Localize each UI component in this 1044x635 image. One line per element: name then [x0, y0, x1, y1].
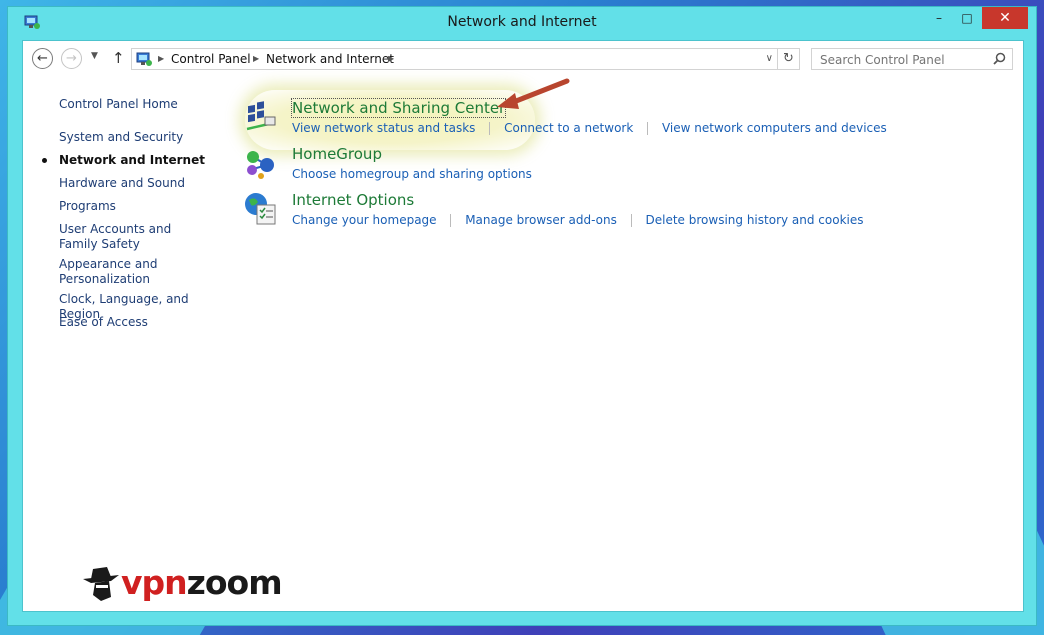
sidebar-item-ease-of-access[interactable]: Ease of Access [59, 315, 229, 330]
choose-homegroup-options-link[interactable]: Choose homegroup and sharing options [292, 167, 532, 181]
chevron-right-icon[interactable]: ▶ [253, 54, 259, 63]
view-network-status-link[interactable]: View network status and tasks [292, 121, 475, 135]
arrow-left-icon: ← [37, 51, 48, 66]
maximize-button[interactable]: □ [954, 7, 980, 29]
search-input[interactable] [820, 53, 980, 67]
link-separator [630, 214, 632, 227]
forward-button[interactable]: → [61, 48, 82, 69]
sidebar-item-control-panel-home[interactable]: Control Panel Home [59, 97, 229, 112]
annotation-arrow-icon [497, 78, 570, 109]
chevron-right-icon[interactable]: ▶ [158, 54, 164, 63]
network-sharing-icon[interactable] [243, 99, 279, 135]
sidebar-item-hardware-and-sound[interactable]: Hardware and Sound [59, 176, 229, 191]
minimize-button[interactable]: – [926, 7, 952, 29]
wordmark-zoom: zoom [186, 563, 283, 602]
internet-options-link[interactable]: Internet Options [292, 191, 414, 209]
link-separator [489, 122, 491, 135]
chevron-down-icon: ▼ [91, 51, 98, 61]
up-button[interactable]: ↑ [112, 49, 125, 67]
sidebar-item-network-and-internet[interactable]: Network and Internet [59, 153, 229, 168]
vpnzoom-watermark-logo: vpnzoom [81, 563, 291, 605]
breadcrumb-control-panel[interactable]: Control Panel [171, 52, 251, 66]
control-panel-window: Network and Internet – □ ✕ ← → ▼ ↑ ▶ Con… [7, 6, 1037, 626]
sidebar-item-system-and-security[interactable]: System and Security [59, 130, 229, 145]
arrow-right-icon: → [66, 51, 77, 66]
spy-hat-icon [83, 567, 119, 601]
vpnzoom-wordmark: vpnzoom [121, 563, 283, 602]
delete-browsing-history-link[interactable]: Delete browsing history and cookies [646, 213, 864, 227]
link-separator [450, 214, 452, 227]
control-panel-icon [136, 52, 152, 66]
search-box[interactable] [811, 48, 1013, 70]
network-and-sharing-center-link[interactable]: Network and Sharing Center [290, 98, 507, 118]
window-content: ← → ▼ ↑ ▶ Control Panel ▶ Network and In… [22, 40, 1024, 612]
chevron-down-icon[interactable]: ∨ [766, 53, 773, 64]
change-homepage-link[interactable]: Change your homepage [292, 213, 437, 227]
navigation-bar: ← → ▼ ↑ ▶ Control Panel ▶ Network and In… [23, 41, 1023, 75]
sidebar-item-programs[interactable]: Programs [59, 199, 229, 214]
category-links: View network status and tasks Connect to… [292, 121, 887, 135]
window-title: Network and Internet [447, 14, 597, 30]
address-bar[interactable]: ▶ Control Panel ▶ Network and Internet ▶… [131, 48, 800, 70]
back-button[interactable]: ← [32, 48, 53, 69]
homegroup-icon[interactable] [243, 145, 279, 181]
link-separator [647, 122, 649, 135]
arrow-up-icon: ↑ [112, 49, 125, 67]
homegroup-link[interactable]: HomeGroup [292, 145, 382, 163]
chevron-right-icon[interactable]: ▶ [388, 54, 394, 63]
internet-options-icon[interactable] [243, 191, 279, 227]
manage-browser-addons-link[interactable]: Manage browser add-ons [465, 213, 617, 227]
category-links: Choose homegroup and sharing options [292, 167, 532, 181]
breadcrumb-network-and-internet[interactable]: Network and Internet [266, 52, 394, 66]
sidebar-item-user-accounts[interactable]: User Accounts and Family Safety [59, 222, 209, 252]
wordmark-vpn: vpn [121, 563, 188, 602]
active-bullet-icon [42, 158, 47, 163]
title-bar[interactable]: Network and Internet – □ ✕ [8, 7, 1036, 38]
search-icon[interactable] [993, 52, 1006, 65]
refresh-button[interactable]: ↻ [777, 49, 799, 69]
sidebar-item-appearance[interactable]: Appearance and Personalization [59, 257, 169, 287]
view-network-computers-link[interactable]: View network computers and devices [662, 121, 887, 135]
recent-locations-dropdown[interactable]: ▼ [91, 51, 98, 61]
refresh-icon: ↻ [783, 51, 794, 66]
close-button[interactable]: ✕ [982, 7, 1028, 29]
connect-to-network-link[interactable]: Connect to a network [504, 121, 633, 135]
category-links: Change your homepage Manage browser add-… [292, 213, 864, 227]
